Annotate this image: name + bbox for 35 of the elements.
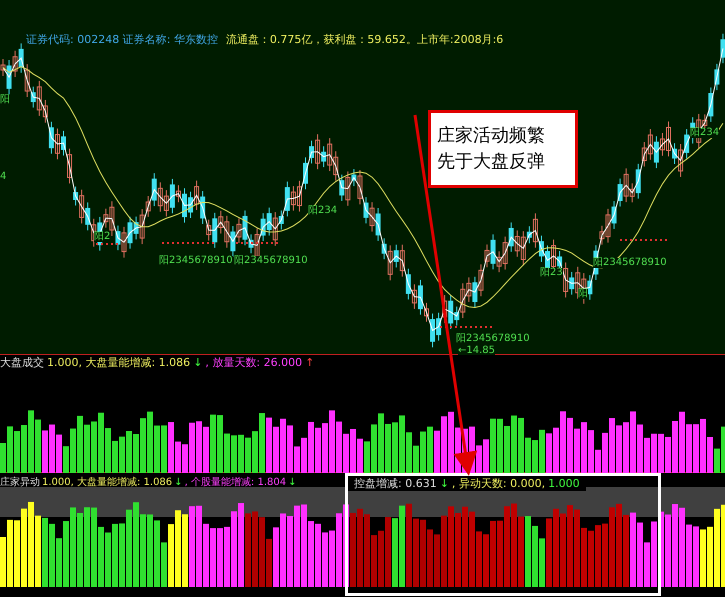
legend-text: 庄家异动 — [0, 476, 40, 489]
chart-marker-label: ←14.85 — [458, 346, 496, 356]
chart-marker-label: 阳2345678910 — [593, 258, 667, 268]
legend-text: 控盘增减: 0.631 — [354, 477, 437, 491]
chart-marker-label: 阳2345678910 — [159, 256, 233, 266]
legend-text: ↓ — [174, 476, 183, 489]
chart-marker-label: 阳2 — [94, 232, 110, 242]
legend-text: ↓ — [440, 477, 449, 491]
legend-text: , 异动天数: 0.000, — [452, 477, 546, 491]
legend-text: 1.000, 大盘量能增减: 1.086 — [47, 356, 190, 370]
callout-text: 先于大盘反弹 — [437, 150, 546, 174]
chart-marker-label: 阳23 — [540, 268, 563, 278]
chart-marker-label: 阳2345678910 — [456, 334, 530, 344]
callout-text: 庄家活动频繁 — [437, 124, 546, 148]
dotted-level-line — [440, 326, 495, 328]
dotted-level-line — [620, 239, 670, 241]
legend-text: , 个股量能增减: 1.804 — [184, 476, 286, 489]
chart-marker-label: 4 — [0, 172, 6, 182]
dotted-level-line — [236, 242, 280, 244]
chart-marker-label: 阳2345678910 — [234, 256, 308, 266]
dotted-level-line — [96, 243, 120, 245]
legend-text: ↓ — [193, 356, 202, 370]
legend-text: 1.000, 大盘量能增减: 1.086 — [42, 476, 172, 489]
legend-text: 大盘成交 — [0, 356, 44, 370]
legend-text: 1.000 — [548, 477, 580, 491]
legend-text: ↓ — [288, 476, 296, 489]
stock-info-text: 流通盘：0.775亿，获利盘：59.652。上市年:2008月:6 — [226, 32, 504, 48]
chart-marker-label: 阳 — [0, 95, 10, 105]
stock-info-text: 证券代码: 002248 证券名称: 华东数控 — [26, 32, 218, 48]
legend-text: ↑ — [305, 356, 314, 370]
chart-marker-label: 阳234 — [308, 206, 338, 216]
chart-marker-label: 阳234 — [690, 128, 720, 138]
dotted-level-line — [162, 242, 215, 244]
legend-text: , 放量天数: 26.000 — [205, 356, 302, 370]
chart-marker-label: 阳 — [578, 289, 588, 299]
